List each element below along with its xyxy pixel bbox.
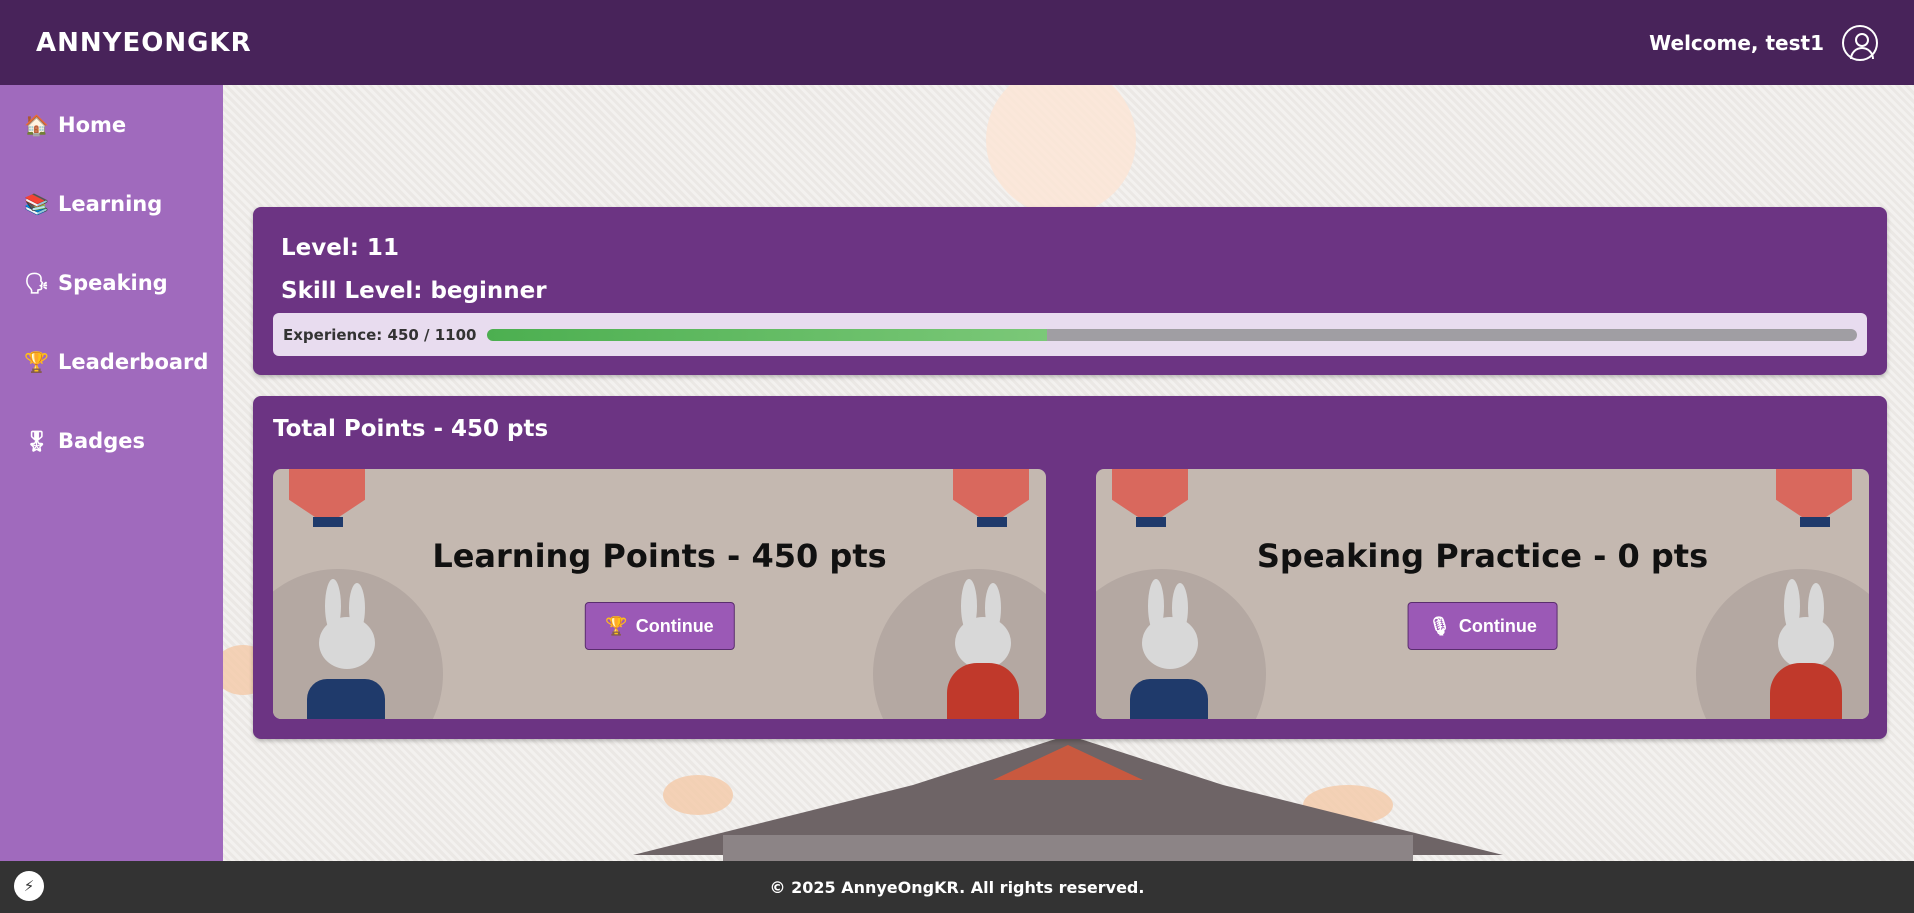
background-roof bbox=[633, 735, 1503, 861]
microphone-icon: 🎙 bbox=[1428, 615, 1451, 636]
app-header: ANNYEONGKR Welcome, test1 bbox=[0, 0, 1914, 85]
medal-icon: 🎖 bbox=[24, 428, 50, 453]
lantern-base bbox=[1136, 517, 1166, 527]
sidebar-item-label: Learning bbox=[58, 191, 163, 216]
app-logo[interactable]: ANNYEONGKR bbox=[36, 28, 252, 58]
bunny-illustration bbox=[943, 579, 1021, 719]
button-label: Continue bbox=[1458, 615, 1537, 636]
sidebar-item-learning[interactable]: 📚 Learning bbox=[0, 164, 223, 243]
lantern-base bbox=[313, 517, 343, 527]
lantern-base bbox=[977, 517, 1007, 527]
sidebar-item-label: Leaderboard bbox=[58, 349, 209, 374]
sidebar-item-leaderboard[interactable]: 🏆 Leaderboard bbox=[0, 322, 223, 401]
sidebar-item-home[interactable]: 🏠 Home bbox=[0, 85, 223, 164]
button-label: Continue bbox=[635, 615, 714, 636]
speaking-practice-title: Speaking Practice - 0 pts bbox=[1256, 537, 1709, 575]
sidebar-item-label: Speaking bbox=[58, 270, 168, 295]
main-content: Level: 11 Skill Level: beginner Experien… bbox=[223, 85, 1914, 861]
experience-fill bbox=[486, 328, 1048, 341]
experience-label: Experience: 450 / 1100 bbox=[283, 325, 477, 344]
background-sun bbox=[986, 85, 1136, 215]
sidebar-item-label: Badges bbox=[58, 428, 145, 453]
sidebar-item-speaking[interactable]: 🗣 Speaking bbox=[0, 243, 223, 322]
learning-points-card: Learning Points - 450 pts 🏆 Continue bbox=[273, 469, 1046, 719]
speaking-continue-button[interactable]: 🎙 Continue bbox=[1407, 602, 1558, 650]
sidebar-item-badges[interactable]: 🎖 Badges bbox=[0, 401, 223, 480]
experience-track bbox=[486, 328, 1857, 341]
user-avatar-icon[interactable] bbox=[1842, 24, 1878, 61]
speaking-head-icon: 🗣 bbox=[24, 270, 50, 295]
lantern-base bbox=[1800, 517, 1830, 527]
sidebar: 🏠 Home 📚 Learning 🗣 Speaking 🏆 Leaderboa… bbox=[0, 85, 223, 861]
bunny-illustration bbox=[1766, 579, 1844, 719]
bunny-illustration bbox=[307, 579, 385, 719]
house-icon: 🏠 bbox=[24, 112, 49, 137]
footer: ⚡ © 2025 AnnyeOngKR. All rights reserved… bbox=[0, 861, 1914, 913]
experience-bar: Experience: 450 / 1100 bbox=[273, 313, 1867, 356]
points-panel: Total Points - 450 pts Learning Points -… bbox=[253, 396, 1887, 739]
sidebar-item-label: Home bbox=[58, 112, 127, 137]
level-panel: Level: 11 Skill Level: beginner Experien… bbox=[253, 207, 1887, 375]
bunny-illustration bbox=[1130, 579, 1208, 719]
books-icon: 📚 bbox=[24, 191, 49, 216]
speaking-practice-card: Speaking Practice - 0 pts 🎙 Continue bbox=[1096, 469, 1869, 719]
header-user-area: Welcome, test1 bbox=[1649, 24, 1878, 61]
copyright-text: © 2025 AnnyeOngKR. All rights reserved. bbox=[769, 877, 1145, 897]
learning-continue-button[interactable]: 🏆 Continue bbox=[584, 602, 735, 650]
trophy-icon: 🏆 bbox=[605, 615, 628, 636]
bolt-icon[interactable]: ⚡ bbox=[14, 871, 44, 901]
skill-level-text: Skill Level: beginner bbox=[281, 278, 547, 304]
welcome-text: Welcome, test1 bbox=[1649, 30, 1824, 55]
total-points-title: Total Points - 450 pts bbox=[273, 416, 549, 442]
learning-points-title: Learning Points - 450 pts bbox=[432, 537, 887, 575]
trophy-icon: 🏆 bbox=[24, 349, 49, 374]
level-text: Level: 11 bbox=[281, 235, 399, 261]
